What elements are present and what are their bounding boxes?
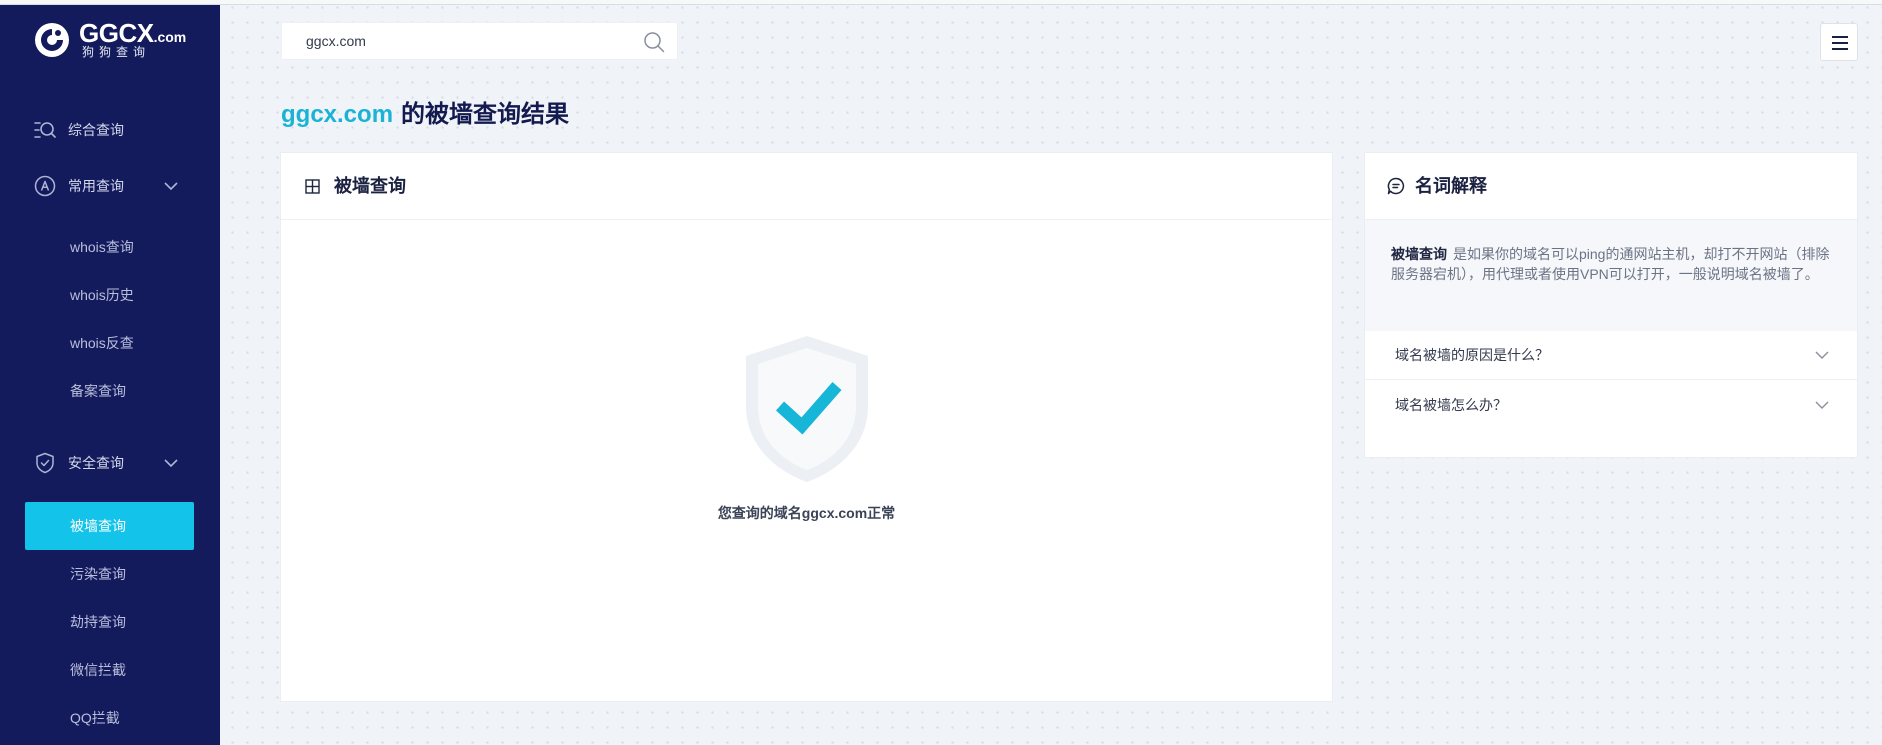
search-icon[interactable]	[643, 31, 665, 53]
sidebar-item-icp[interactable]: 备案查询	[25, 371, 194, 411]
top-border	[0, 0, 1882, 5]
chevron-down-icon	[164, 459, 178, 468]
sidebar-item-qq-block[interactable]: QQ拦截	[25, 698, 194, 738]
page-title: ggcx.com 的被墙查询结果	[281, 100, 569, 130]
logo[interactable]: GGCX.com 狗狗查询	[34, 20, 204, 62]
search-input[interactable]	[282, 23, 632, 59]
result-card-header: 被墙查询	[281, 153, 1332, 220]
logo-dog-icon	[35, 23, 69, 57]
shield-check-icon	[34, 452, 56, 474]
glossary-term: 被墙查询	[1391, 246, 1447, 262]
sidebar-item-label: whois反查	[70, 335, 134, 351]
shield-check-icon	[746, 336, 868, 482]
glossary-card: 名词解释 被墙查询 是如果你的域名可以ping的通网站主机，却打不开网站（排除服务…	[1364, 152, 1858, 458]
faq-item[interactable]: 域名被墙怎么办？	[1365, 381, 1857, 430]
hamburger-icon	[1832, 36, 1848, 50]
search-list-icon	[34, 119, 56, 141]
grid-icon	[305, 179, 320, 194]
chevron-down-icon	[1815, 351, 1829, 359]
logo-tld: .com	[153, 29, 187, 45]
sidebar-item-label: 劫持查询	[70, 614, 126, 630]
sidebar-item-label: 污染查询	[70, 566, 126, 582]
page-title-domain: ggcx.com	[281, 101, 394, 128]
menu-button[interactable]	[1820, 23, 1858, 61]
sidebar-item-whois[interactable]: whois查询	[25, 227, 194, 267]
sidebar-group-label: 常用查询	[68, 178, 124, 194]
faq-question: 域名被墙的原因是什么？	[1395, 347, 1549, 363]
sidebar-group-label: 综合查询	[68, 122, 124, 138]
sidebar-item-whois-reverse[interactable]: whois反查	[25, 323, 194, 363]
sidebar-group-label: 安全查询	[68, 455, 124, 471]
result-message: 您查询的域名ggcx.com正常	[717, 505, 896, 521]
search-box	[281, 22, 678, 60]
glossary-definition: 被墙查询 是如果你的域名可以ping的通网站主机，却打不开网站（排除服务器宕机），…	[1365, 220, 1857, 331]
sidebar-item-label: 微信拦截	[70, 662, 126, 678]
sidebar-group-common[interactable]: 常用查询	[0, 166, 220, 206]
sidebar-group-security[interactable]: 安全查询	[0, 443, 220, 483]
sidebar-item-label: 备案查询	[70, 383, 126, 399]
sidebar-item-wechat-block[interactable]: 微信拦截	[25, 650, 194, 690]
chat-icon	[1387, 177, 1405, 195]
glossary-definition-text: 是如果你的域名可以ping的通网站主机，却打不开网站（排除服务器宕机），用代理或…	[1391, 246, 1830, 282]
chevron-down-icon	[1815, 401, 1829, 409]
sidebar-item-whois-history[interactable]: whois历史	[25, 275, 194, 315]
sidebar-item-label: whois查询	[70, 239, 134, 255]
sidebar-item-label: whois历史	[70, 287, 134, 303]
glossary-card-title: 名词解释	[1415, 176, 1487, 196]
logo-subtitle: 狗狗查询	[82, 45, 151, 59]
chevron-down-icon	[164, 182, 178, 191]
sidebar-item-wall-check[interactable]: 被墙查询	[25, 502, 194, 550]
logo-name-text: GGCX	[79, 18, 154, 48]
sidebar-group-overview[interactable]: 综合查询	[0, 110, 220, 150]
result-card-title: 被墙查询	[334, 176, 406, 196]
page-title-text: 的被墙查询结果	[401, 101, 570, 128]
faq-item[interactable]: 域名被墙的原因是什么？	[1365, 331, 1857, 380]
faq-question: 域名被墙怎么办？	[1395, 397, 1507, 413]
sidebar-item-label: 被墙查询	[70, 518, 126, 534]
sidebar-item-hijack[interactable]: 劫持查询	[25, 602, 194, 642]
sidebar-item-dns-pollution[interactable]: 污染查询	[25, 554, 194, 594]
a-circle-icon	[34, 175, 56, 197]
result-card: 被墙查询 您查询的域名ggcx.com正常	[280, 152, 1333, 702]
sidebar: GGCX.com 狗狗查询 综合查询 常用查询 whois查询 whois历史 …	[0, 5, 220, 745]
sidebar-item-label: QQ拦截	[70, 710, 120, 726]
glossary-card-header: 名词解释	[1365, 153, 1857, 220]
